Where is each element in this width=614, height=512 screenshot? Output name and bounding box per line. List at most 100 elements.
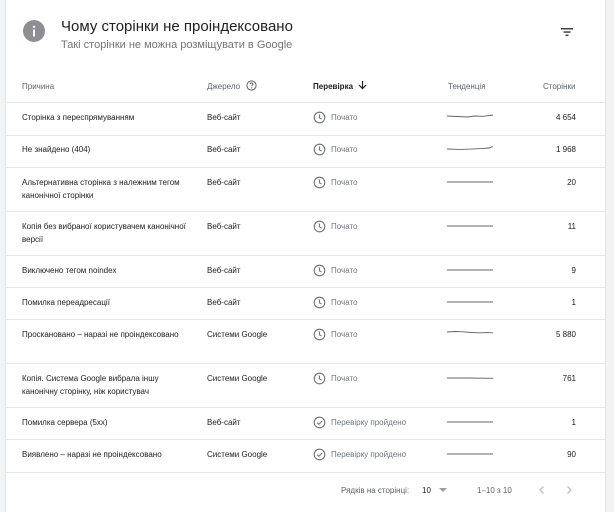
previous-page-icon[interactable] xyxy=(535,483,549,497)
row-source: Системи Google xyxy=(207,374,268,383)
row-validation-status: Почато xyxy=(313,296,358,309)
row-status-label: Почато xyxy=(331,178,358,187)
row-divider xyxy=(5,211,606,212)
clock-icon xyxy=(313,220,326,233)
row-reason: Не знайдено (404) xyxy=(22,145,91,154)
row-page-count: 1 968 xyxy=(555,145,576,154)
card-subtitle: Такі сторінки не можна розміщувати в Goo… xyxy=(61,39,293,51)
row-divider xyxy=(5,472,606,473)
row-validation-status: Почато xyxy=(313,143,358,156)
column-header-reason[interactable]: Причина xyxy=(22,80,54,92)
row-trend-sparkline xyxy=(446,143,494,153)
row-trend-sparkline xyxy=(447,416,493,426)
row-validation-status: Почато xyxy=(313,264,358,277)
row-page-count: 4 654 xyxy=(555,113,576,122)
row-divider xyxy=(5,319,606,320)
row-divider xyxy=(5,407,606,408)
row-page-count: 5 880 xyxy=(555,330,576,339)
row-divider xyxy=(5,287,606,288)
row-source: Веб-сайт xyxy=(207,266,241,275)
row-divider xyxy=(5,167,606,168)
row-validation-status: Перевірку пройдено xyxy=(313,416,406,429)
clock-icon xyxy=(313,111,326,124)
row-divider xyxy=(5,439,606,440)
row-status-label: Перевірку пройдено xyxy=(331,450,407,459)
row-status-label: Почато xyxy=(331,374,358,383)
row-source: Веб-сайт xyxy=(207,222,241,231)
row-trend-sparkline xyxy=(446,328,494,338)
row-validation-status: Почато xyxy=(313,176,358,189)
row-trend-sparkline xyxy=(447,448,493,458)
check-circle-icon xyxy=(313,448,326,461)
row-page-count: 20 xyxy=(567,178,576,187)
row-reason: Проскановано – наразі не проіндексовано xyxy=(22,330,179,339)
row-source: Веб-сайт xyxy=(207,113,241,122)
row-reason: Копія. Система Google вибрала іншу канон… xyxy=(22,374,159,396)
sort-arrow-down-icon xyxy=(358,80,367,92)
divider xyxy=(5,102,606,103)
row-trend-sparkline xyxy=(447,176,493,186)
next-page-icon[interactable] xyxy=(562,483,576,497)
not-indexed-card: Чому сторінки не проіндексовано Такі сто… xyxy=(5,0,606,512)
rows-per-page-select[interactable]: 10 xyxy=(422,482,447,498)
rows-per-page-value: 10 xyxy=(422,485,431,495)
row-reason: Альтернативна сторінка з належним тегом … xyxy=(22,178,180,200)
clock-icon xyxy=(313,264,326,277)
check-circle-icon xyxy=(313,416,326,429)
row-source: Веб-сайт xyxy=(207,145,241,154)
column-header-validation-label: Перевірка xyxy=(313,81,354,91)
column-header-pages[interactable]: Сторінки xyxy=(543,80,575,92)
row-trend-sparkline xyxy=(446,111,494,121)
column-header-reason-label: Причина xyxy=(22,81,55,91)
row-divider xyxy=(5,255,606,256)
row-status-label: Перевірку пройдено xyxy=(331,418,407,427)
row-validation-status: Почато xyxy=(313,220,358,233)
row-trend-sparkline xyxy=(447,296,493,306)
row-trend-sparkline xyxy=(447,220,493,230)
clock-icon xyxy=(313,328,326,341)
row-page-count: 761 xyxy=(562,374,576,383)
row-status-label: Почато xyxy=(331,222,358,231)
row-source: Веб-сайт xyxy=(207,298,241,307)
row-validation-status: Почато xyxy=(313,111,358,124)
scrollbar[interactable] xyxy=(606,0,614,512)
row-reason: Копія без вибраної користувачем канонічн… xyxy=(22,222,186,244)
rows-per-page-label: Рядків на сторінці: xyxy=(341,486,410,495)
row-reason: Помилка переадресації xyxy=(22,298,110,307)
filter-icon[interactable] xyxy=(559,24,575,40)
pagination-range: 1–10 з 10 xyxy=(477,486,512,495)
row-validation-status: Перевірку пройдено xyxy=(313,448,406,461)
row-source: Системи Google xyxy=(207,330,268,339)
clock-icon xyxy=(313,372,326,385)
column-header-source-label: Джерело xyxy=(207,81,241,91)
column-header-validation[interactable]: Перевірка xyxy=(313,80,367,92)
row-page-count: 1 xyxy=(571,418,576,427)
row-page-count: 90 xyxy=(567,450,576,459)
clock-icon xyxy=(313,176,326,189)
row-reason: Сторінка з переспрямуванням xyxy=(22,113,135,122)
row-source: Веб-сайт xyxy=(207,418,241,427)
row-validation-status: Почато xyxy=(313,328,358,341)
row-source: Веб-сайт xyxy=(207,178,241,187)
row-reason: Виявлено – наразі не проіндексовано xyxy=(22,450,162,459)
row-status-label: Почато xyxy=(331,298,358,307)
column-header-trend: Тенденція xyxy=(448,80,486,92)
row-status-label: Почато xyxy=(331,145,358,154)
row-trend-sparkline xyxy=(447,372,494,382)
dropdown-arrow-icon xyxy=(438,488,447,492)
column-header-trend-label: Тенденція xyxy=(448,81,486,91)
clock-icon xyxy=(313,296,326,309)
column-header-source[interactable]: Джерело xyxy=(207,79,257,93)
row-reason: Виключено тегом noindex xyxy=(22,266,117,275)
row-divider xyxy=(5,135,606,136)
clock-icon xyxy=(313,143,326,156)
help-icon[interactable] xyxy=(246,79,257,93)
row-status-label: Почато xyxy=(331,266,358,275)
row-page-count: 9 xyxy=(571,266,576,275)
row-status-label: Почато xyxy=(331,330,358,339)
row-page-count: 1 xyxy=(571,298,576,307)
card-header: Чому сторінки не проіндексовано Такі сто… xyxy=(6,0,605,66)
info-icon xyxy=(23,20,45,42)
row-status-label: Почато xyxy=(331,113,358,122)
column-header-pages-label: Сторінки xyxy=(543,81,576,91)
